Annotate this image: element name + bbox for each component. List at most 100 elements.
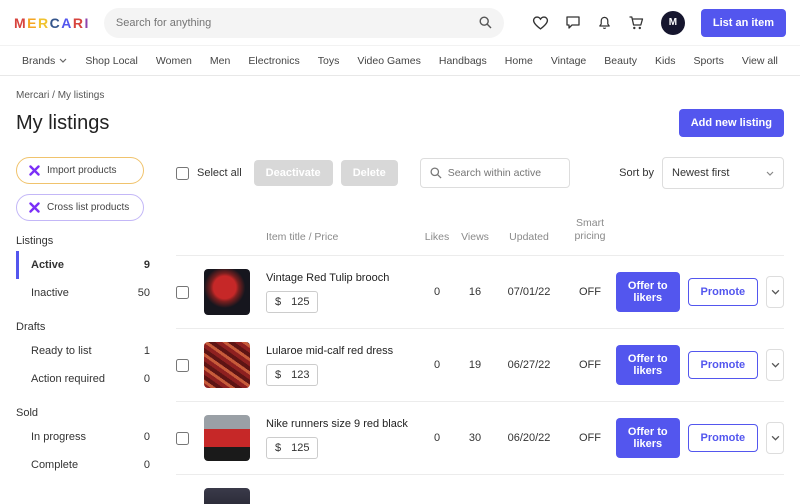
nav-item-men[interactable]: Men [210,55,230,67]
select-all-checkbox[interactable] [176,167,189,180]
column-header-likes: Likes [418,231,456,243]
column-header-views: Views [456,231,494,243]
search-within-active[interactable] [420,158,570,188]
mercari-my-listings-page: MERCARI M List an item Brands [0,0,800,504]
import-products-button[interactable]: Import products [16,157,144,184]
row-expand-button[interactable] [766,349,784,381]
sidebar-item-label: Ready to list [31,345,92,357]
nav-item-beauty[interactable]: Beauty [604,55,637,67]
currency-symbol: $ [275,296,281,308]
sort-dropdown[interactable]: Newest first [662,157,784,189]
nav-item-brands[interactable]: Brands [22,55,67,67]
search-within-active-input[interactable] [448,167,560,179]
list-an-item-button[interactable]: List an item [701,9,786,37]
select-all-label: Select all [197,167,242,179]
add-new-listing-button[interactable]: Add new listing [679,109,784,137]
search-icon [430,167,442,179]
sidebar-item-count: 0 [144,373,150,385]
nav-item-home[interactable]: Home [505,55,533,67]
notifications-bell-icon[interactable] [597,15,612,31]
cross-list-products-button[interactable]: Cross list products [16,194,144,221]
listing-thumbnail[interactable] [204,415,250,461]
nav-item-toys[interactable]: Toys [318,55,340,67]
nav-item-kids[interactable]: Kids [655,55,675,67]
listing-title[interactable]: Nike runners size 9 red black [266,418,418,430]
nav-item-electronics[interactable]: Electronics [248,55,299,67]
nav-item-handbags[interactable]: Handbags [439,55,487,67]
sidebar-item-complete[interactable]: Complete 0 [16,451,156,479]
listing-title[interactable]: Lularoe mid-calf red dress [266,345,418,357]
import-products-label: Import products [47,165,116,176]
row-checkbox[interactable] [176,432,189,445]
offer-to-likers-button[interactable]: Offer to likers [616,418,680,458]
chevron-down-icon [771,435,780,441]
smart-pricing-status: OFF [564,359,616,371]
logo-letter: R [73,15,85,31]
crosslist-icon [29,165,40,176]
smart-pricing-status: OFF [564,286,616,298]
mercari-logo[interactable]: MERCARI [14,15,90,31]
global-search-input[interactable] [116,17,479,29]
table-row [176,474,784,504]
sidebar-item-inactive[interactable]: Inactive 50 [16,279,156,307]
listing-thumbnail[interactable] [204,488,250,504]
price-value: 125 [291,442,309,454]
user-avatar[interactable]: M [661,11,685,35]
promote-button[interactable]: Promote [688,351,759,379]
listing-thumbnail[interactable] [204,269,250,315]
sidebar-section-label: Listings [16,235,156,247]
sidebar-item-count: 50 [138,287,150,299]
nav-item-view-all[interactable]: View all [742,55,778,67]
row-expand-button[interactable] [766,276,784,308]
nav-item-women[interactable]: Women [156,55,192,67]
offer-to-likers-button[interactable]: Offer to likers [616,345,680,385]
top-header: MERCARI M List an item [0,0,800,46]
price-field[interactable]: $ 123 [266,364,318,386]
promote-button[interactable]: Promote [688,278,759,306]
views-count: 16 [456,286,494,298]
nav-item-sports[interactable]: Sports [694,55,724,67]
sort-control: Sort by Newest first [619,157,784,189]
row-expand-button[interactable] [766,422,784,454]
page-title: My listings [16,112,109,135]
row-checkbox[interactable] [176,359,189,372]
logo-letter: M [14,15,27,31]
cart-icon[interactable] [628,15,645,31]
sort-selected-value: Newest first [672,167,729,179]
cross-list-products-label: Cross list products [47,202,129,213]
nav-item-vintage[interactable]: Vintage [551,55,586,67]
promote-button[interactable]: Promote [688,424,759,452]
price-field[interactable]: $ 125 [266,437,318,459]
sidebar-section-sold: Sold In progress 0 Complete 0 [16,407,156,479]
sidebar-item-ready-to-list[interactable]: Ready to list 1 [16,337,156,365]
sidebar-item-in-progress[interactable]: In progress 0 [16,423,156,451]
sidebar-section-label: Drafts [16,321,156,333]
views-count: 19 [456,359,494,371]
smart-pricing-status: OFF [564,432,616,444]
currency-symbol: $ [275,442,281,454]
sidebar-section-listings: Listings Active 9 Inactive 50 [16,235,156,307]
messages-icon[interactable] [565,15,581,30]
price-field[interactable]: $ 125 [266,291,318,313]
sidebar-item-active[interactable]: Active 9 [16,251,156,279]
nav-item-shop-local[interactable]: Shop Local [85,55,138,67]
search-icon[interactable] [479,16,492,29]
sidebar-item-action-required[interactable]: Action required 0 [16,365,156,393]
breadcrumb-current: My listings [58,90,105,101]
favorites-heart-icon[interactable] [532,15,549,30]
chevron-down-icon [771,362,780,368]
global-search[interactable] [104,8,504,38]
table-row: Vintage Red Tulip brooch $ 125 0 16 07/0… [176,255,784,328]
breadcrumb-home[interactable]: Mercari [16,90,49,101]
logo-letter: E [27,15,38,31]
listing-thumbnail[interactable] [204,342,250,388]
row-checkbox[interactable] [176,286,189,299]
updated-date: 07/01/22 [494,286,564,298]
deactivate-button[interactable]: Deactivate [254,160,333,186]
offer-to-likers-button[interactable]: Offer to likers [616,272,680,312]
nav-item-label: Brands [22,55,55,67]
sidebar-item-label: Active [31,259,64,271]
nav-item-video-games[interactable]: Video Games [357,55,420,67]
listing-title[interactable]: Vintage Red Tulip brooch [266,272,418,284]
delete-button[interactable]: Delete [341,160,398,186]
